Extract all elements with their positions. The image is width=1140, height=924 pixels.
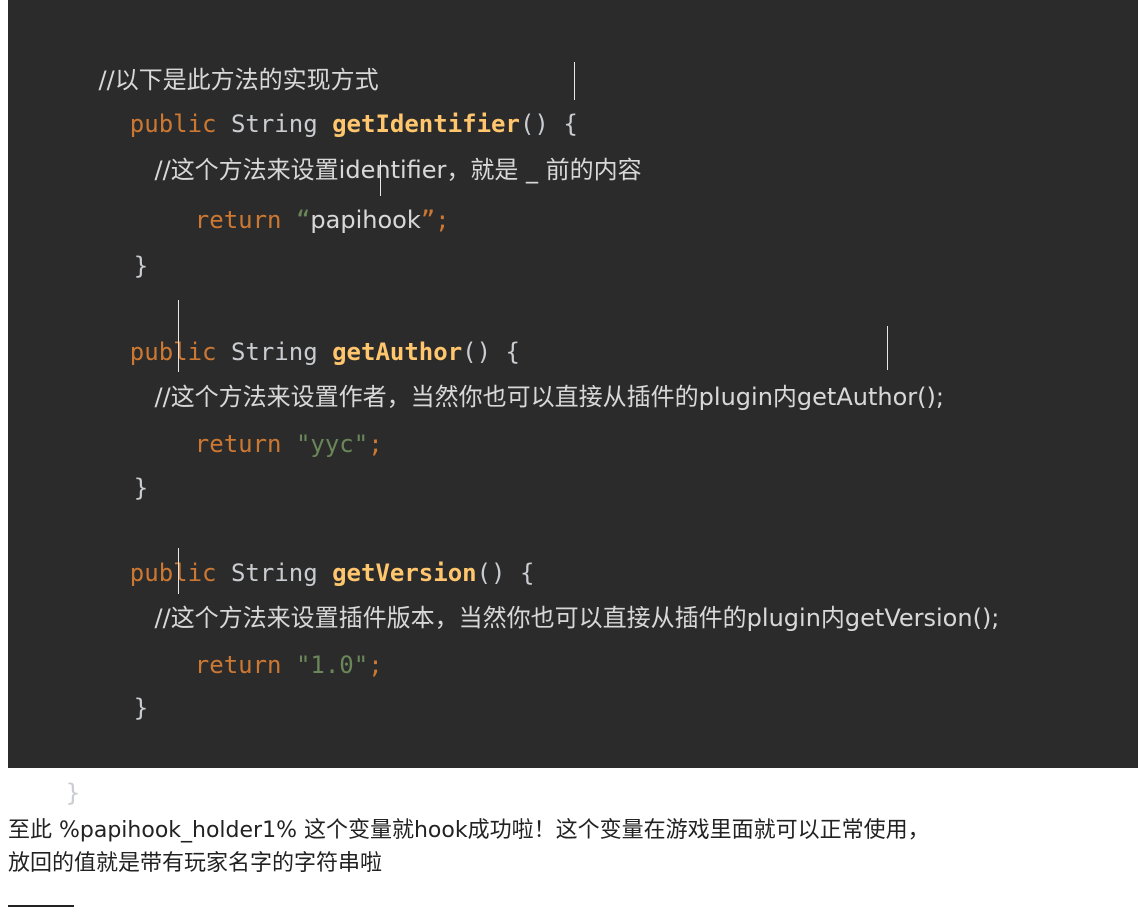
method-signature-getauthor: public String getAuthor() { (129, 338, 520, 366)
paragraph-line: 放回的值就是带有玩家名字的字符串啦 (8, 851, 383, 876)
closing-brace: } (133, 474, 149, 502)
divider (8, 905, 74, 907)
code-comment-line: //这个方法来设置identifier，就是 _ 前的内容 (154, 156, 642, 184)
text-caret (574, 62, 575, 100)
method-signature-getversion: public String getVersion() { (129, 559, 535, 587)
code-comment-line: //这个方法来设置插件版本，当然你也可以直接从插件的plugin内getVers… (154, 604, 1000, 632)
method-signature-getidentifier: public String getIdentifier() { (129, 110, 578, 138)
explanation-paragraph: 至此 %papihook_holder1% 这个变量就hook成功啦！这个变量在… (8, 814, 1136, 880)
text-caret (380, 160, 381, 196)
closing-brace: } (133, 694, 149, 722)
return-statement-identifier: return “papihook”; (194, 206, 450, 234)
code-block: //以下是此方法的实现方式 public String getIdentifie… (8, 0, 1138, 807)
return-statement-author: return "yyc"; (194, 430, 383, 458)
paragraph-line: 至此 %papihook_holder1% 这个变量就hook成功啦！这个变量在… (8, 818, 930, 843)
closing-brace: } (133, 252, 149, 280)
code-comment-line: //这个方法来设置作者，当然你也可以直接从插件的plugin内getAuthor… (154, 383, 944, 411)
text-caret (887, 326, 888, 370)
code-comment-line: //以下是此方法的实现方式 (98, 66, 379, 94)
return-statement-version: return "1.0"; (194, 651, 383, 679)
closing-brace: } (65, 779, 81, 807)
